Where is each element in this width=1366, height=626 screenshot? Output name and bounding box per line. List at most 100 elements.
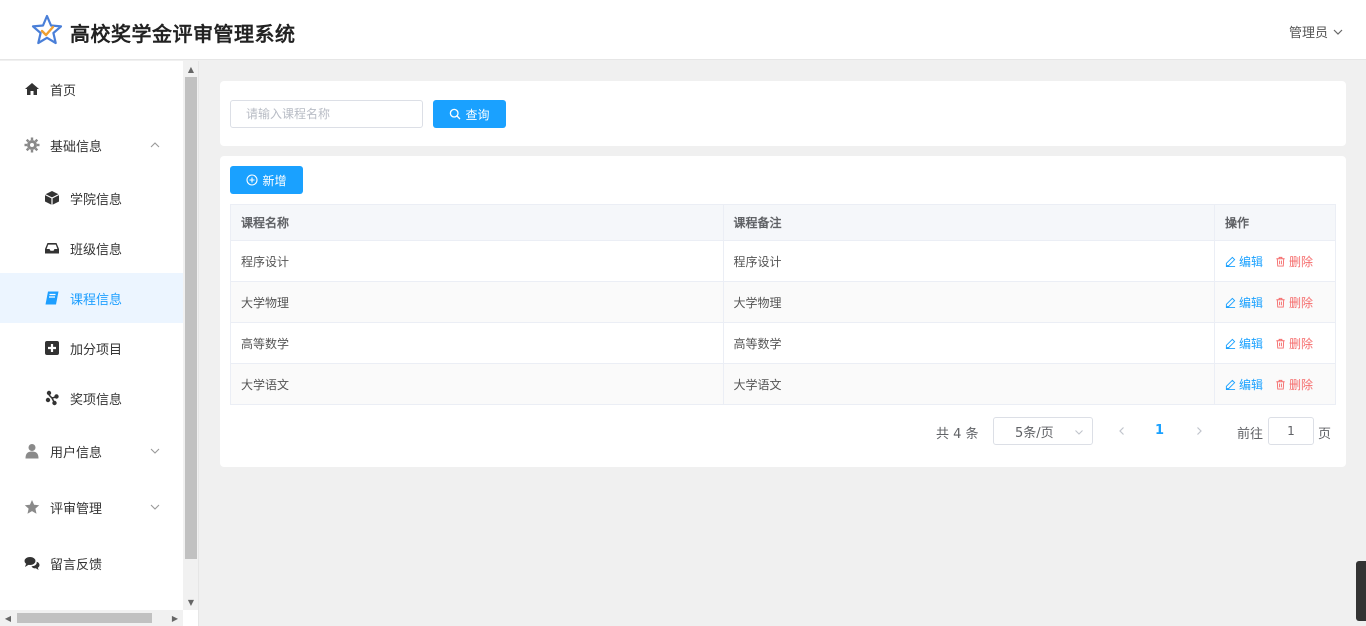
scrollbar-thumb[interactable] xyxy=(17,613,152,623)
sidebar-item-award[interactable]: 奖项信息 xyxy=(0,373,183,423)
course-name-cell: 大学语文 xyxy=(230,363,724,405)
search-panel: 查询 xyxy=(220,81,1346,146)
chevron-left-icon xyxy=(1119,427,1124,435)
course-name-search-input[interactable] xyxy=(230,100,423,128)
delete-label: 删除 xyxy=(1289,377,1314,392)
chevron-down-icon xyxy=(150,504,160,510)
delete-label: 删除 xyxy=(1289,254,1314,269)
add-button[interactable]: 新增 xyxy=(230,166,303,194)
edit-button[interactable]: 编辑 xyxy=(1225,335,1263,352)
delete-button[interactable]: 删除 xyxy=(1275,294,1313,311)
sidebar-horizontal-scrollbar[interactable]: ◀ ▶ xyxy=(0,610,183,626)
edit-button[interactable]: 编辑 xyxy=(1225,294,1263,311)
edit-icon xyxy=(1225,338,1236,349)
chevron-down-icon xyxy=(1333,29,1343,35)
actions-cell: 编辑 删除 xyxy=(1214,363,1336,405)
sidebar-item-home[interactable]: 首页 xyxy=(0,61,183,117)
table-row: 大学物理 大学物理 编辑 删除 xyxy=(230,281,1336,323)
course-name-cell: 大学物理 xyxy=(230,281,724,323)
sidebar-item-college[interactable]: 学院信息 xyxy=(0,173,183,223)
plus-square-icon xyxy=(43,339,61,357)
chevron-up-icon xyxy=(150,142,160,148)
add-button-label: 新增 xyxy=(262,173,287,188)
sidebar-item-label: 用户信息 xyxy=(50,445,103,461)
page-size-select[interactable]: 5条/页 xyxy=(993,417,1093,445)
home-icon xyxy=(23,80,41,98)
course-remark-cell: 大学物理 xyxy=(722,281,1216,323)
user-name: 管理员 xyxy=(1288,26,1328,41)
chevron-down-icon xyxy=(1075,430,1083,435)
delete-label: 删除 xyxy=(1289,295,1314,310)
table-row: 程序设计 程序设计 编辑 删除 xyxy=(230,240,1336,282)
sidebar-item-bonus[interactable]: 加分项目 xyxy=(0,323,183,373)
chevron-down-icon xyxy=(150,448,160,454)
delete-label: 删除 xyxy=(1289,336,1314,351)
sidebar-item-label: 学院信息 xyxy=(70,192,123,208)
course-name-cell: 程序设计 xyxy=(230,240,724,282)
star-icon xyxy=(23,498,41,516)
sidebar-item-course[interactable]: 课程信息 xyxy=(0,273,183,323)
sidebar-item-label: 课程信息 xyxy=(70,292,123,308)
edit-label: 编辑 xyxy=(1239,295,1264,310)
sidebar-item-class[interactable]: 班级信息 xyxy=(0,223,183,273)
column-header-actions: 操作 xyxy=(1214,204,1336,241)
edit-icon xyxy=(1225,379,1236,390)
scroll-down-arrow-icon[interactable]: ▼ xyxy=(183,594,198,610)
search-button-label: 查询 xyxy=(465,107,490,122)
sidebar-vertical-scrollbar[interactable]: ▲ ▼ xyxy=(183,61,198,610)
sidebar-item-label: 留言反馈 xyxy=(50,557,103,573)
sidebar-item-label: 奖项信息 xyxy=(70,392,123,408)
sidebar: 首页 基础信息 学院信息 班级信息 课程信息 加分项目 奖项信息 用户信息 评审… xyxy=(0,61,199,626)
edit-icon xyxy=(1225,256,1236,267)
top-header: 高校奖学金评审管理系统 管理员 xyxy=(0,0,1366,60)
sidebar-item-user[interactable]: 用户信息 xyxy=(0,423,183,479)
scroll-left-arrow-icon[interactable]: ◀ xyxy=(0,610,16,626)
plus-circle-icon xyxy=(246,174,259,186)
table-row: 大学语文 大学语文 编辑 删除 xyxy=(230,363,1336,405)
scrollbar-thumb[interactable] xyxy=(185,77,197,559)
course-name-cell: 高等数学 xyxy=(230,322,724,364)
inbox-icon xyxy=(43,239,61,257)
sidebar-item-label: 基础信息 xyxy=(50,139,103,155)
next-page-button[interactable] xyxy=(1192,423,1206,439)
prev-page-button[interactable] xyxy=(1115,423,1129,439)
edit-label: 编辑 xyxy=(1239,254,1264,269)
actions-cell: 编辑 删除 xyxy=(1214,322,1336,364)
sidebar-item-label: 首页 xyxy=(50,83,77,99)
delete-button[interactable]: 删除 xyxy=(1275,253,1313,270)
award-icon xyxy=(43,389,61,407)
edit-button[interactable]: 编辑 xyxy=(1225,376,1263,393)
edit-label: 编辑 xyxy=(1239,336,1264,351)
column-header-course-name: 课程名称 xyxy=(230,204,724,241)
floating-widget[interactable] xyxy=(1356,561,1366,621)
goto-label: 前往 xyxy=(1237,427,1264,442)
chevron-right-icon xyxy=(1197,427,1202,435)
actions-cell: 编辑 删除 xyxy=(1214,240,1336,282)
scroll-up-arrow-icon[interactable]: ▲ xyxy=(183,61,198,77)
actions-cell: 编辑 删除 xyxy=(1214,281,1336,323)
app-title: 高校奖学金评审管理系统 xyxy=(70,22,296,46)
sidebar-item-review[interactable]: 评审管理 xyxy=(0,479,183,535)
sidebar-item-label: 加分项目 xyxy=(70,342,123,358)
goto-page-input[interactable] xyxy=(1268,417,1314,445)
edit-icon xyxy=(1225,297,1236,308)
edit-button[interactable]: 编辑 xyxy=(1225,253,1263,270)
page-unit-label: 页 xyxy=(1318,427,1332,442)
trash-icon xyxy=(1276,256,1285,267)
table-header-row: 课程名称 课程备注 操作 xyxy=(230,204,1336,241)
sidebar-menu: 首页 基础信息 学院信息 班级信息 课程信息 加分项目 奖项信息 用户信息 评审… xyxy=(0,61,183,591)
trash-icon xyxy=(1276,297,1285,308)
sidebar-item-feedback[interactable]: 留言反馈 xyxy=(0,535,183,591)
user-menu[interactable]: 管理员 xyxy=(1289,22,1344,41)
page-number-current[interactable]: 1 xyxy=(1155,423,1164,438)
sidebar-item-label: 评审管理 xyxy=(50,501,103,517)
search-button[interactable]: 查询 xyxy=(433,100,506,128)
course-table: 课程名称 课程备注 操作 程序设计 程序设计 编辑 删除 大学物理 大学物理 编… xyxy=(230,204,1336,405)
delete-button[interactable]: 删除 xyxy=(1275,335,1313,352)
star-logo-icon xyxy=(31,14,63,45)
delete-button[interactable]: 删除 xyxy=(1275,376,1313,393)
user-icon xyxy=(23,442,41,460)
scroll-right-arrow-icon[interactable]: ▶ xyxy=(167,610,183,626)
sidebar-item-basic-info[interactable]: 基础信息 xyxy=(0,117,183,173)
search-icon xyxy=(450,108,461,120)
